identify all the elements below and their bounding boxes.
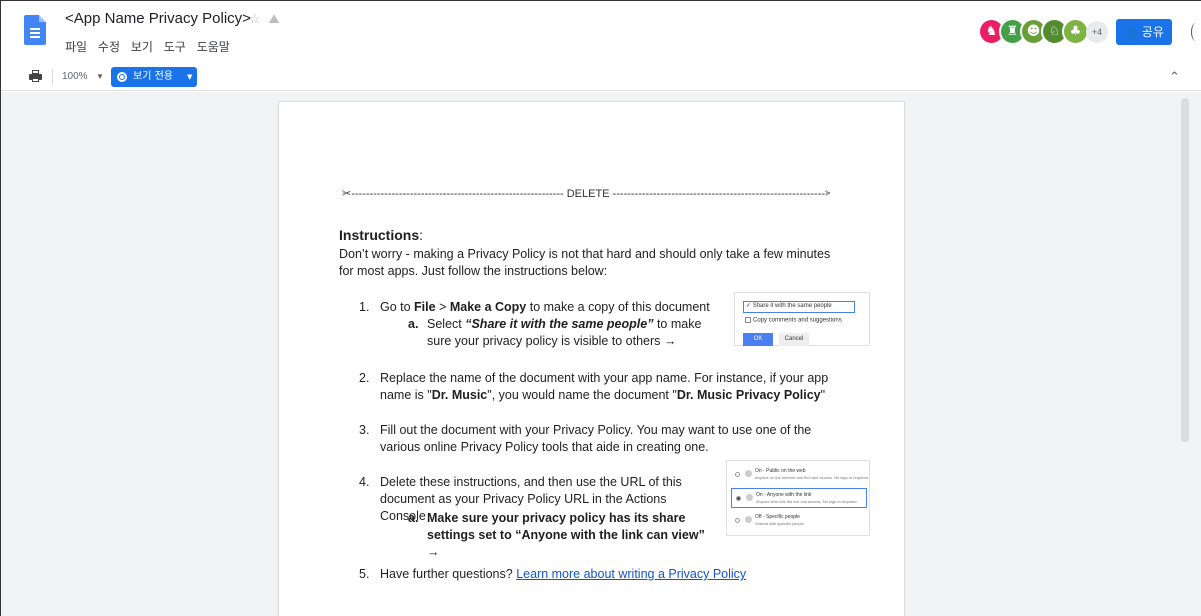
star-icon[interactable]: ☆ [249,11,261,26]
person-icon: 👤 [1124,26,1138,39]
copy-option-comments: Copy comments and suggestions [745,317,842,324]
chevron-down-icon[interactable]: ▼ [96,72,104,81]
list-item-step-4a: a. Make sure your privacy policy has its… [408,511,705,559]
account-edge [1191,23,1201,41]
view-mode-label: 보기 전용 [133,71,173,82]
menu-help[interactable]: 도움말 [197,40,230,54]
delete-separator: ✂---------------------------------------… [342,188,830,200]
zoom-select[interactable]: 100% [62,71,88,82]
eye-icon [117,72,127,82]
share-label: 공유 [1141,25,1164,39]
instructions-heading: Instructions: [339,227,424,243]
toolbar: 100% ▼ 보기 전용 ▼ ⌃ [1,63,1201,91]
document-title[interactable]: <App Name Privacy Policy> [65,10,251,27]
copy-dialog-image: ✓ Share it with the same people Copy com… [734,292,870,346]
share-option-specific-people: Off - Specific people Shared with specifi… [731,511,867,531]
instructions-intro: Don’t worry - making a Privacy Policy is… [339,247,831,278]
document-page: ✂---------------------------------------… [279,102,904,616]
avatar[interactable]: ♣ [1062,18,1089,45]
docs-header: <App Name Privacy Policy> ☆ ⛰ 파일 수정 보기 도구… [1,1,1201,61]
dialog-cancel-button: Cancel [779,333,809,346]
menu-tools[interactable]: 도구 [164,40,186,54]
chevron-down-icon: ▼ [187,73,193,81]
menu-bar: 파일 수정 보기 도구 도움말 [65,38,237,55]
share-button[interactable]: 👤 공유 [1116,19,1172,45]
collapse-menus-icon[interactable]: ⌃ [1169,69,1180,85]
print-icon[interactable] [29,70,42,82]
list-item-step-3: 3. Fill out the document with your Priva… [359,423,812,454]
privacy-policy-learn-more-link[interactable]: Learn more about writing a Privacy Polic… [516,567,746,581]
copy-option-same-people: ✓ Share it with the same people [743,301,855,313]
more-collaborators-badge[interactable]: +4 [1086,21,1108,43]
dialog-ok-button: OK [743,333,773,346]
list-item-step-2: 2. Replace the name of the document with… [359,371,829,402]
menu-view[interactable]: 보기 [131,40,153,54]
share-option-public: On - Public on the web Anyone on the Inte… [731,465,869,485]
share-option-anyone-with-link: On - Anyone with the link Anyone who has … [731,488,867,508]
menu-edit[interactable]: 수정 [98,40,120,54]
menu-file[interactable]: 파일 [65,40,87,54]
vertical-scrollbar[interactable] [1181,98,1189,442]
view-mode-button[interactable]: 보기 전용 ▼ [111,67,197,87]
move-to-drive-icon[interactable]: ⛰ [269,11,280,26]
list-item-step-1a: a. Select “Share it with the same people… [408,317,702,348]
list-item-step-5: 5. Have further questions? Learn more ab… [359,567,747,581]
toolbar-divider [52,69,53,85]
docs-logo-icon[interactable] [24,15,46,45]
share-settings-image: On - Public on the web Anyone on the Inte… [726,460,870,536]
